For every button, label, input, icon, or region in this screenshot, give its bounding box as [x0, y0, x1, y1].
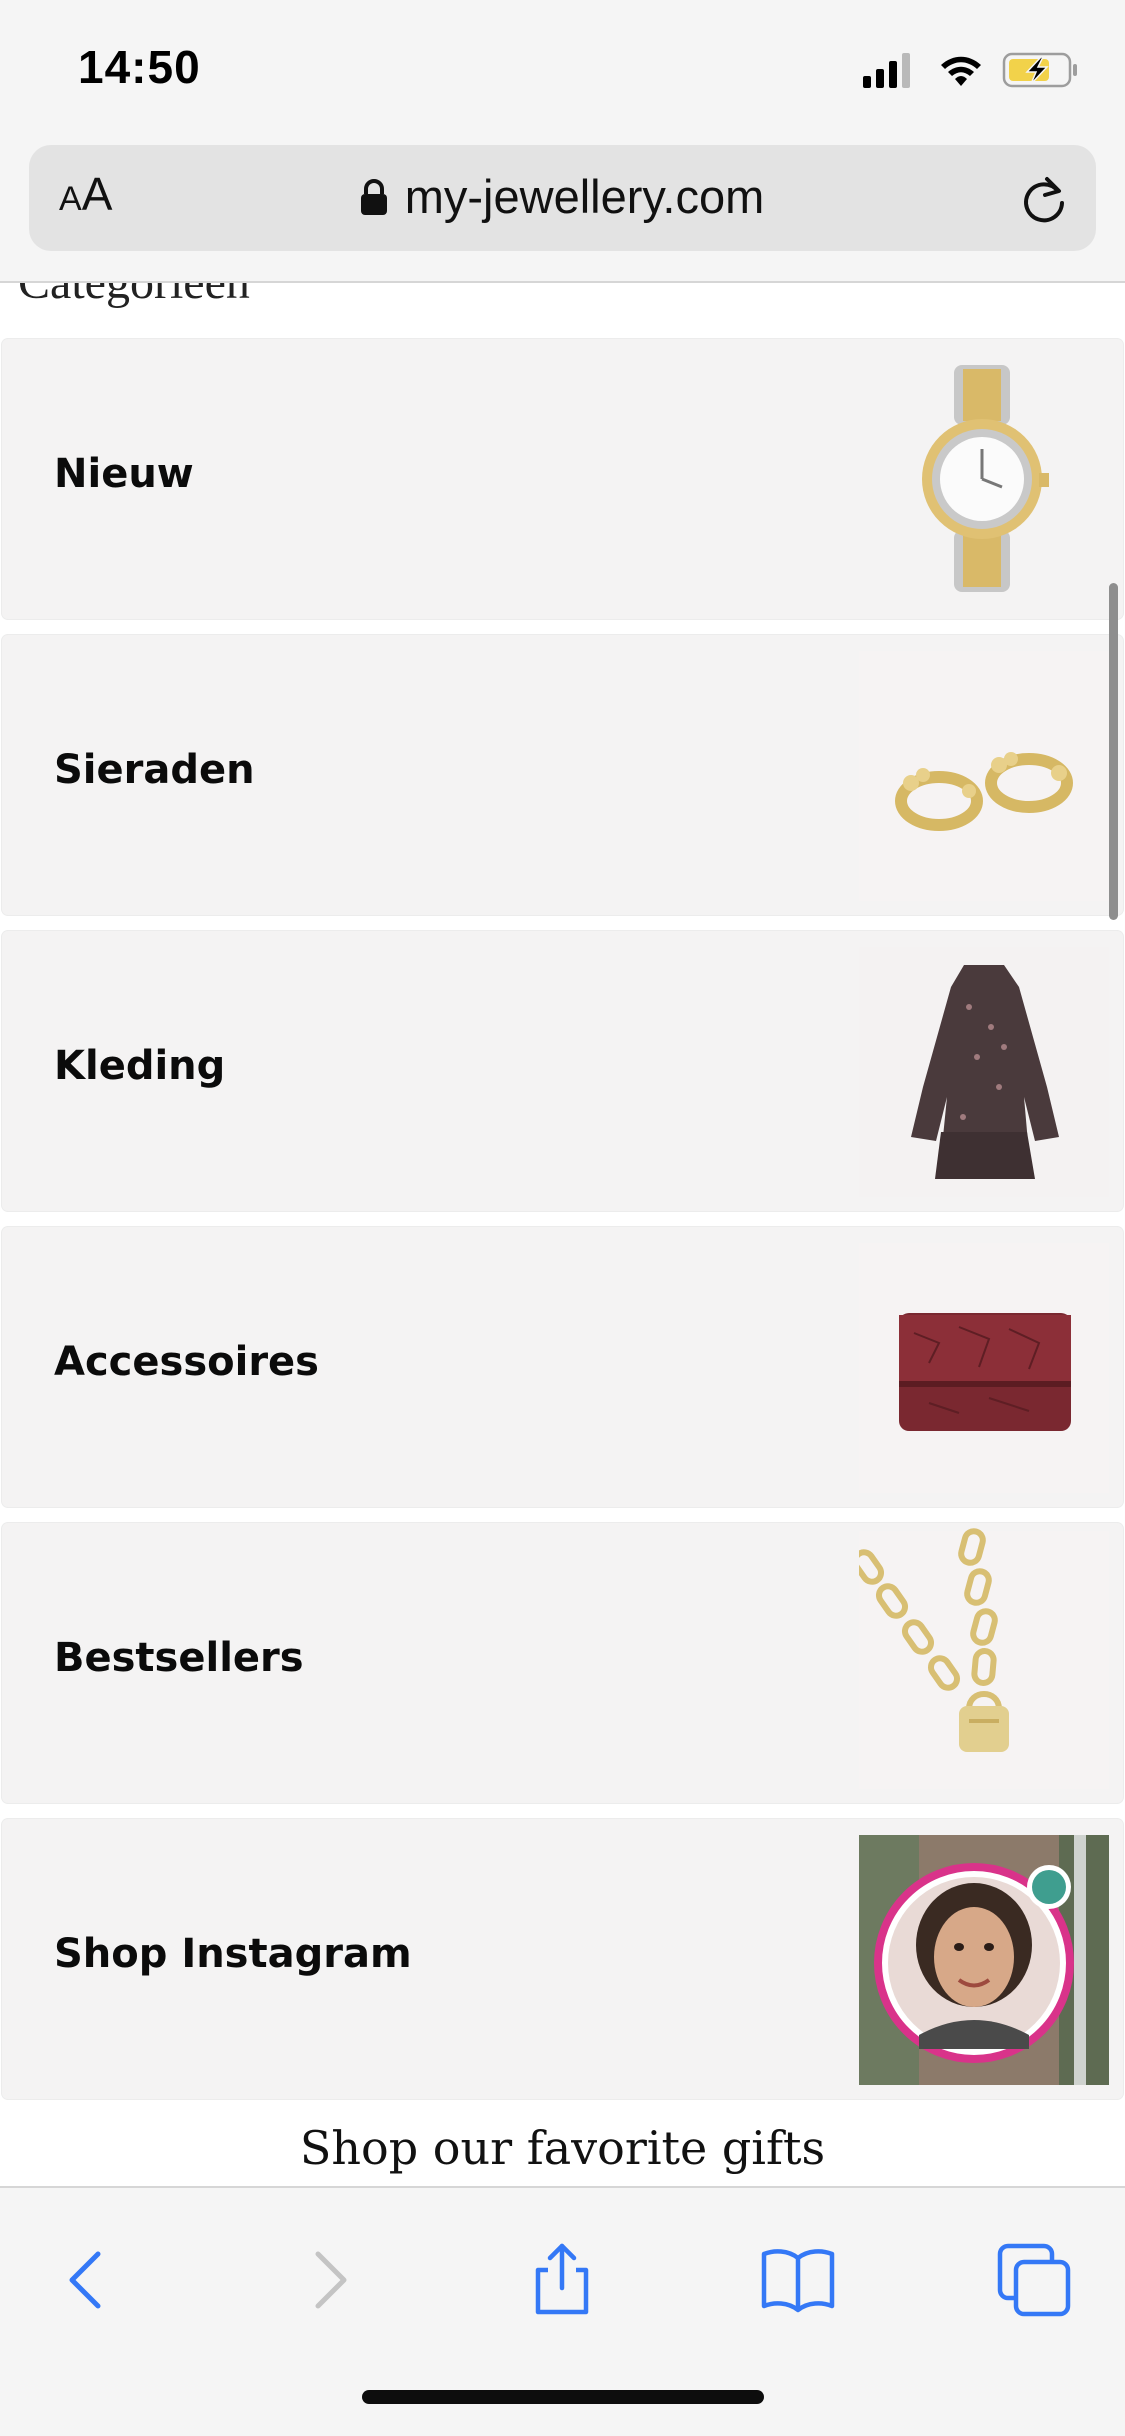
share-icon[interactable] — [522, 2240, 602, 2320]
address-bar[interactable]: AA my-jewellery.com — [29, 145, 1096, 251]
bag-image — [859, 1243, 1109, 1493]
instagram-avatar-image — [859, 1835, 1109, 2085]
status-bar: 14:50 — [0, 0, 1125, 140]
reload-icon[interactable] — [1018, 173, 1070, 225]
category-label: Sieraden — [54, 747, 255, 793]
url-text: my-jewellery.com — [404, 170, 765, 223]
web-content: Categorieën Nieuw — [0, 283, 1125, 2186]
back-icon[interactable] — [48, 2240, 128, 2320]
category-label: Shop Instagram — [54, 1931, 412, 1977]
favorites-heading: Shop our favorite gifts — [299, 2121, 826, 2175]
watch-image — [859, 355, 1109, 605]
necklace-image — [859, 1528, 1109, 1789]
category-label: Nieuw — [54, 451, 194, 497]
scroll-indicator[interactable] — [1109, 583, 1118, 920]
wifi-icon — [941, 56, 981, 86]
safari-screen: 14:50 AA my-jewellery.com Nieuw Sieraden… — [0, 0, 1125, 2436]
cellular-signal-icon — [863, 53, 910, 88]
url-display[interactable]: my-jewellery.com — [29, 169, 1096, 229]
battery-icon — [1002, 52, 1077, 88]
lock-icon — [360, 178, 387, 215]
earrings-image — [859, 651, 1109, 901]
category-label: Bestsellers — [54, 1635, 304, 1681]
bookmarks-icon[interactable] — [758, 2240, 838, 2320]
category-card-sieraden[interactable]: Sieraden — [2, 635, 1123, 915]
category-card-accessoires[interactable]: Accessoires — [2, 1227, 1123, 1507]
category-label: Accessoires — [54, 1339, 319, 1385]
category-card-kleding[interactable]: Kleding — [2, 931, 1123, 1211]
address-bar-container: AA my-jewellery.com — [0, 140, 1125, 283]
category-card-shop-instagram[interactable]: Shop Instagram — [2, 1819, 1123, 2099]
category-card-nieuw[interactable]: Nieuw — [2, 339, 1123, 619]
tabs-icon[interactable] — [994, 2240, 1074, 2320]
dress-image — [859, 947, 1109, 1197]
forward-icon[interactable] — [288, 2240, 368, 2320]
category-card-bestsellers[interactable]: Bestsellers — [2, 1523, 1123, 1803]
category-label: Kleding — [54, 1043, 226, 1089]
section-title: Categorieën — [18, 283, 250, 310]
home-indicator[interactable] — [362, 2390, 764, 2404]
status-time: 14:50 — [78, 41, 201, 93]
status-icons — [863, 52, 1077, 88]
